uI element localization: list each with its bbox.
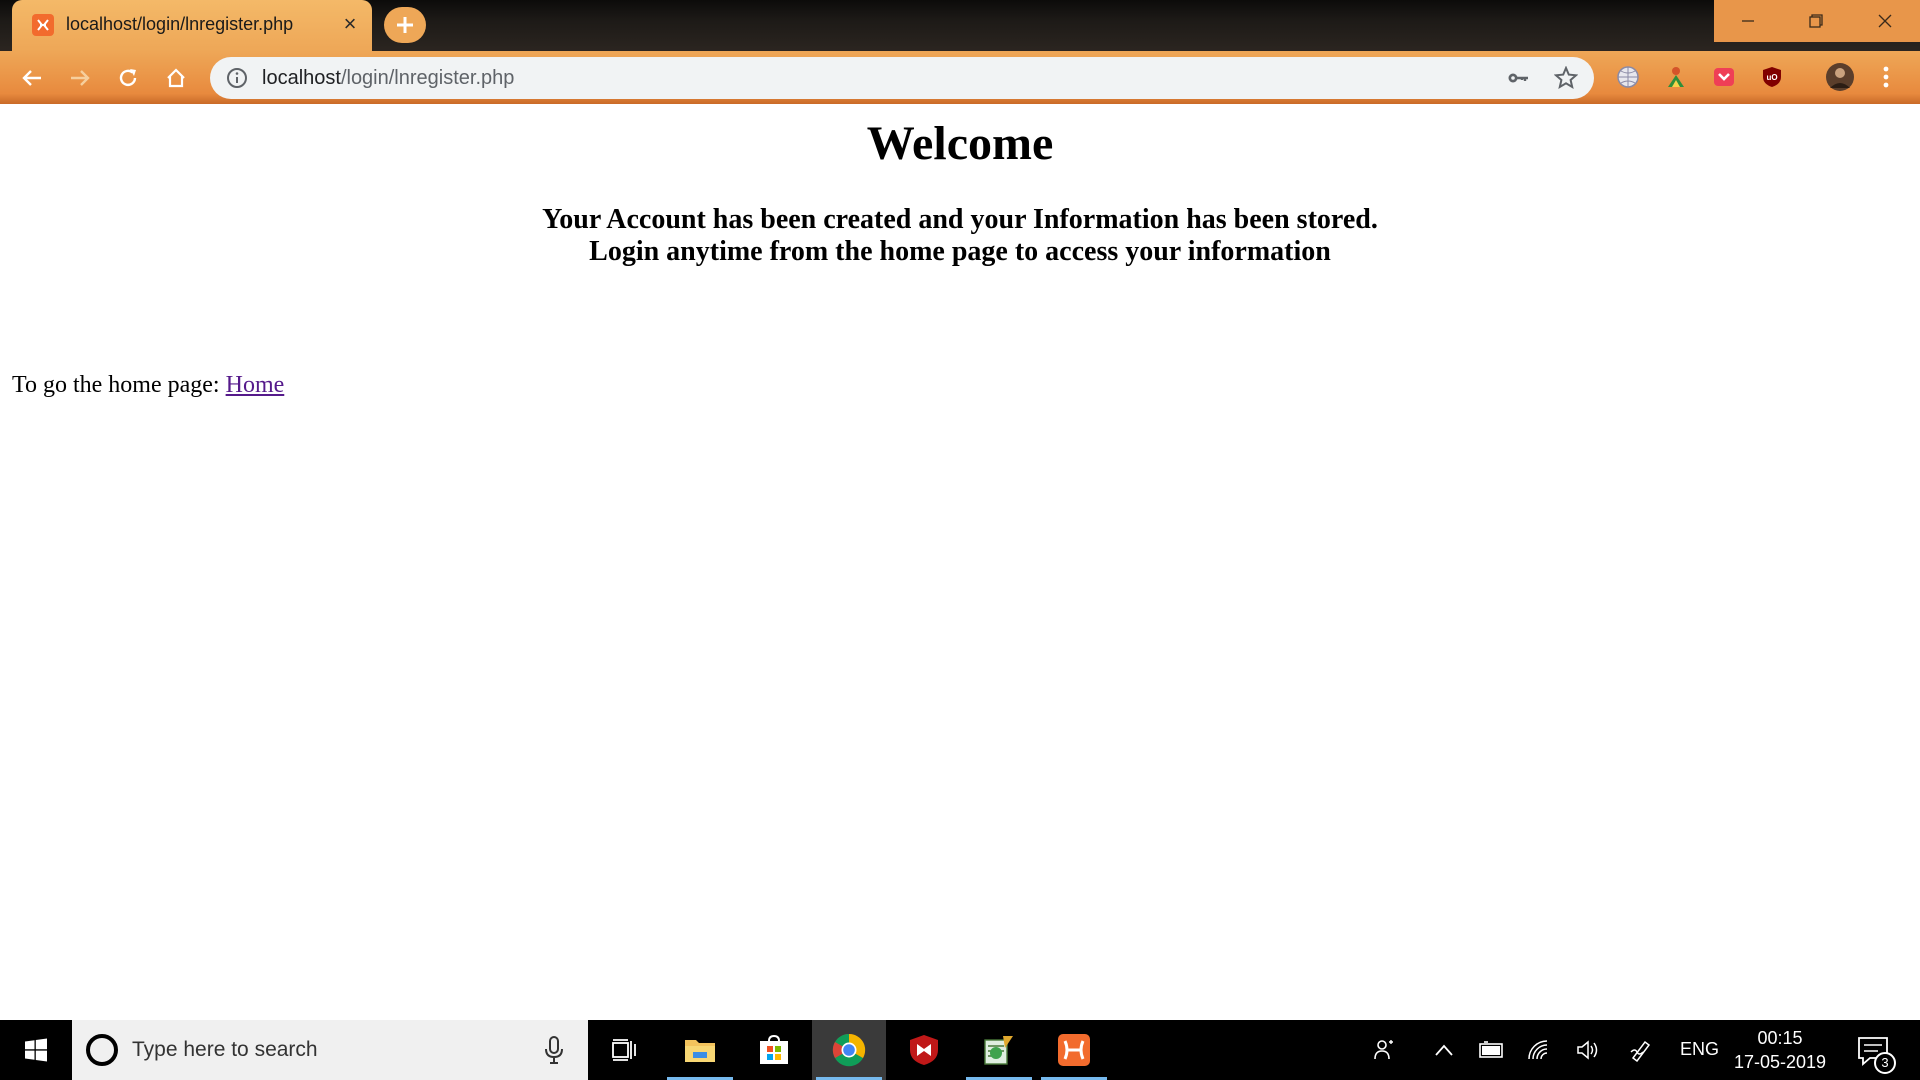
show-hidden-icons-button[interactable] <box>1430 1038 1458 1062</box>
xampp-icon <box>1058 1034 1090 1066</box>
xampp-favicon-icon <box>32 14 54 36</box>
search-placeholder: Type here to search <box>132 1038 318 1061</box>
microphone-icon[interactable] <box>544 1036 564 1064</box>
browser-tab[interactable]: localhost/login/lnregister.php × <box>12 0 372 51</box>
confirmation-message: Your Account has been created and your I… <box>0 204 1920 268</box>
bookmark-star-icon[interactable] <box>1554 66 1578 90</box>
windows-taskbar: Type here to search ENG 00:15 17-05-2019… <box>0 1020 1920 1080</box>
back-button[interactable] <box>14 60 50 96</box>
wifi-icon[interactable] <box>1526 1038 1554 1062</box>
pocket-icon[interactable] <box>1710 63 1738 91</box>
tab-title: localhost/login/lnregister.php <box>66 14 294 34</box>
url-text: localhost/login/lnregister.php <box>262 67 514 90</box>
url-host: localhost <box>262 67 341 89</box>
page-content: Welcome Your Account has been created an… <box>0 104 1920 1020</box>
file-explorer-button[interactable] <box>663 1020 737 1080</box>
address-bar[interactable]: localhost/login/lnregister.php <box>210 57 1594 99</box>
key-icon[interactable] <box>1506 66 1530 90</box>
xampp-button[interactable] <box>1037 1020 1111 1080</box>
home-link-line: To go the home page: Home <box>12 372 284 399</box>
file-explorer-icon <box>685 1040 715 1062</box>
battery-icon[interactable] <box>1478 1038 1506 1062</box>
plus-icon <box>397 17 413 33</box>
store-icon <box>760 1035 788 1064</box>
notepad-app-icon <box>984 1036 1013 1065</box>
person-extension-icon[interactable] <box>1662 63 1690 91</box>
tab-close-icon[interactable]: × <box>338 12 362 36</box>
chrome-taskbar-button[interactable] <box>812 1020 886 1080</box>
profile-avatar[interactable] <box>1824 61 1856 93</box>
chrome-menu-button[interactable] <box>1874 63 1898 91</box>
windows-logo-icon <box>25 1038 47 1062</box>
language-indicator[interactable]: ENG <box>1680 1039 1719 1060</box>
chrome-icon <box>832 1033 866 1067</box>
minimize-icon <box>1742 20 1754 22</box>
start-button[interactable] <box>0 1020 72 1080</box>
url-path: /login/lnregister.php <box>340 67 515 89</box>
back-arrow-icon <box>22 70 41 86</box>
home-link[interactable]: Home <box>226 372 285 398</box>
mcafee-icon <box>910 1035 938 1065</box>
close-icon <box>1878 14 1892 28</box>
task-view-button[interactable] <box>588 1020 662 1080</box>
home-prefix-text: To go the home page: <box>12 372 226 398</box>
home-button[interactable] <box>158 60 194 96</box>
new-tab-button[interactable] <box>384 7 426 43</box>
mcafee-button[interactable] <box>887 1020 961 1080</box>
pen-workspace-icon[interactable] <box>1628 1038 1656 1062</box>
notification-count-badge: 3 <box>1874 1052 1896 1074</box>
forward-button[interactable] <box>62 60 98 96</box>
people-icon[interactable] <box>1370 1038 1398 1062</box>
browser-toolbar: localhost/login/lnregister.php uO <box>0 51 1920 104</box>
tab-strip: localhost/login/lnregister.php × <box>0 0 1920 51</box>
home-icon <box>167 68 185 88</box>
ublock-icon[interactable]: uO <box>1758 63 1786 91</box>
clock-date: 17-05-2019 <box>1733 1052 1827 1072</box>
forward-arrow-icon <box>71 70 90 86</box>
restore-icon <box>1809 14 1823 28</box>
task-view-icon <box>612 1039 636 1061</box>
clock-time: 00:15 <box>1757 1028 1803 1048</box>
more-vert-icon <box>1883 66 1889 88</box>
globe-extension-icon[interactable] <box>1614 63 1642 91</box>
clock[interactable]: 00:15 17-05-2019 <box>1730 1026 1830 1074</box>
restore-button[interactable] <box>1782 0 1850 42</box>
message-line-1: Your Account has been created and your I… <box>542 204 1378 235</box>
minimize-button[interactable] <box>1714 0 1782 42</box>
page-title: Welcome <box>866 117 1054 170</box>
notepad-app-button[interactable] <box>962 1020 1036 1080</box>
svg-text:uO: uO <box>1766 73 1777 82</box>
taskbar-search-box[interactable]: Type here to search <box>72 1020 588 1080</box>
cortana-icon <box>86 1034 118 1066</box>
reload-button[interactable] <box>110 60 146 96</box>
reload-icon <box>119 69 137 87</box>
info-icon[interactable] <box>226 67 248 89</box>
volume-icon[interactable] <box>1574 1038 1602 1062</box>
close-window-button[interactable] <box>1850 0 1920 42</box>
store-button[interactable] <box>737 1020 811 1080</box>
message-line-2: Login anytime from the home page to acce… <box>589 236 1331 267</box>
chevron-up-icon <box>1435 1044 1453 1056</box>
